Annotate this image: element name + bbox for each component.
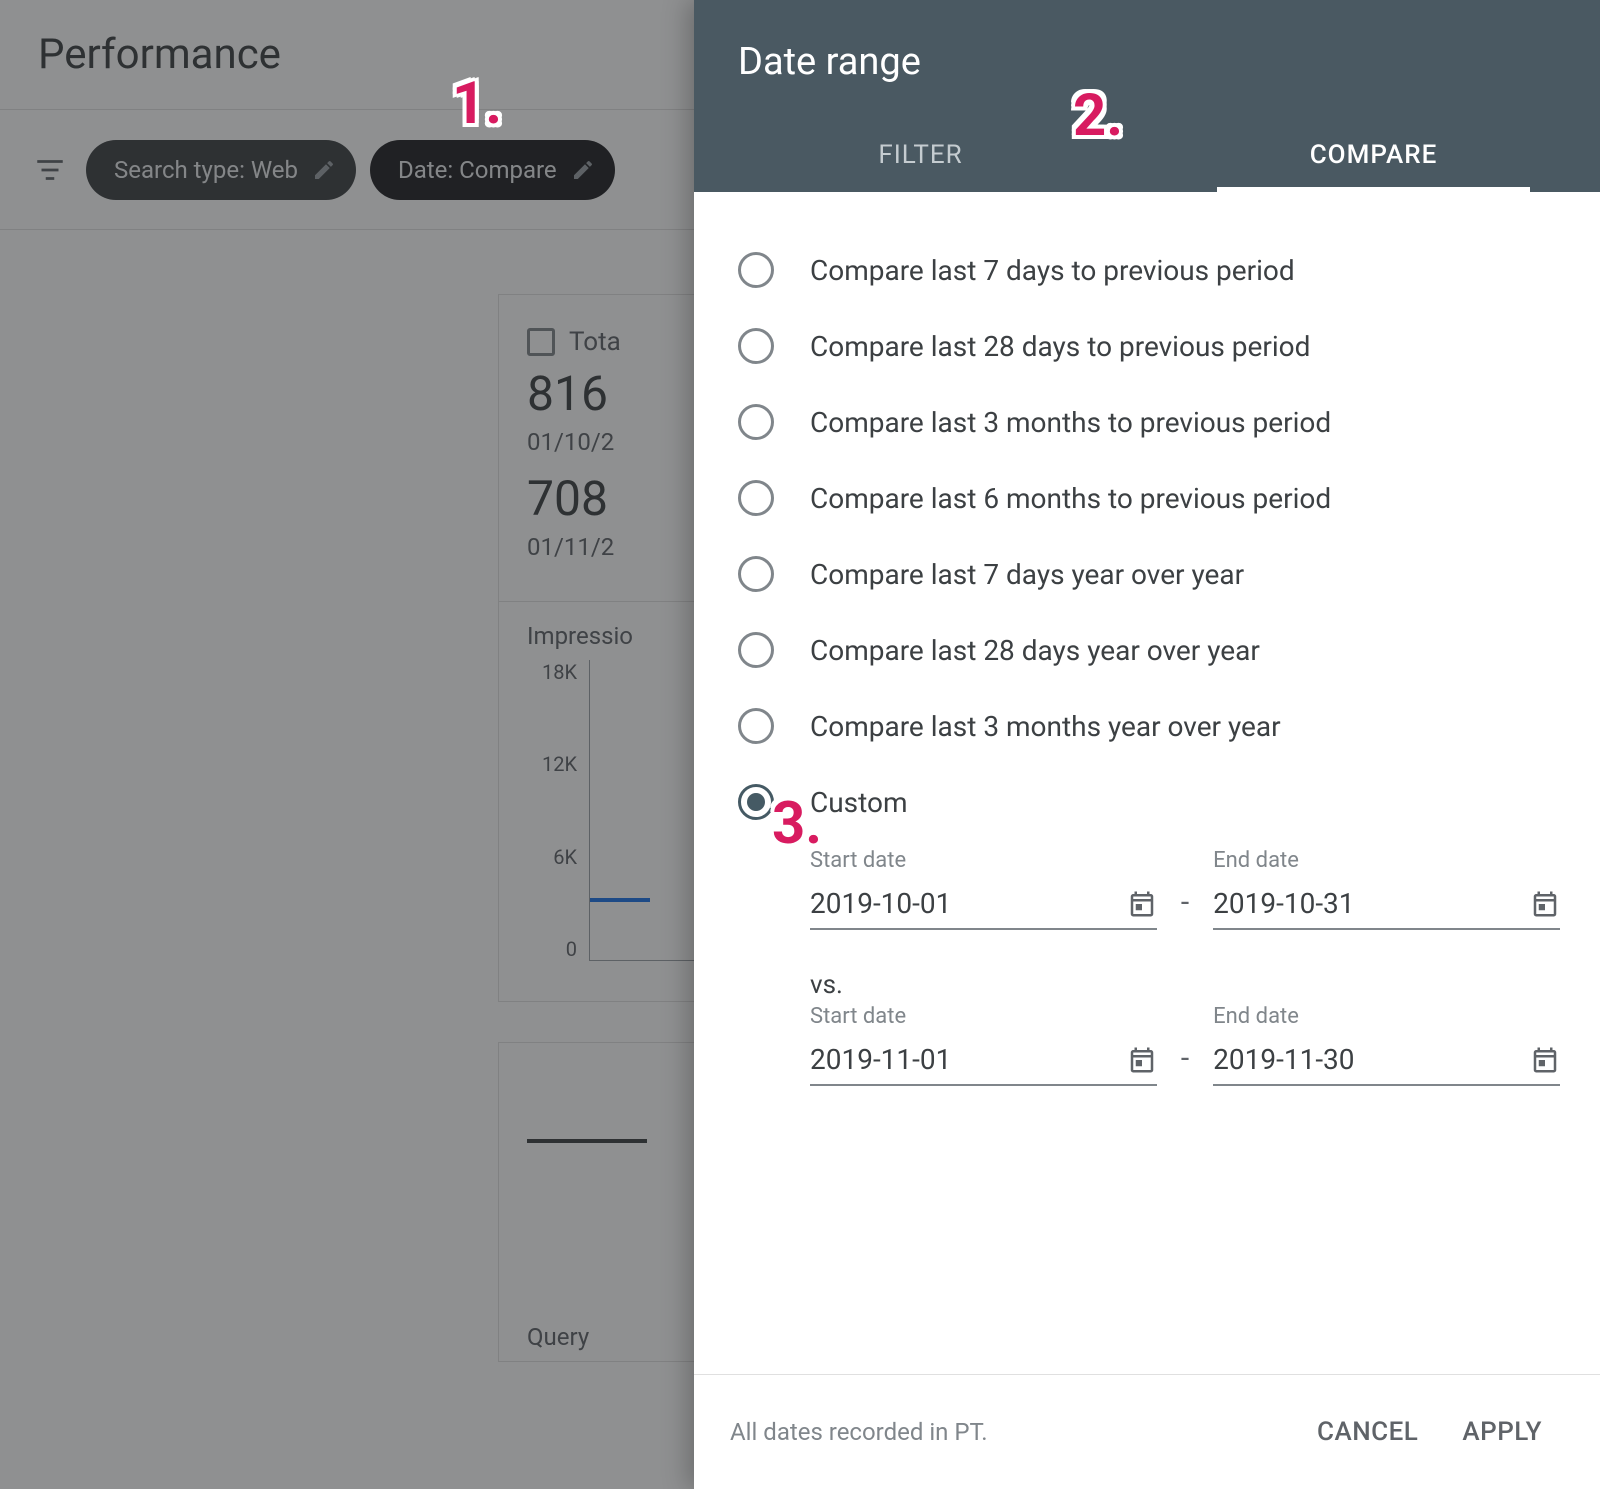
panel-body: Compare last 7 days to previous period C…	[694, 192, 1600, 1374]
calendar-icon[interactable]	[1127, 1045, 1157, 1075]
annotation-1: 1.	[452, 70, 502, 138]
panel-title: Date range	[694, 0, 1600, 114]
p2-end-value: 2019-11-30	[1213, 1043, 1520, 1076]
annotation-3: 3.	[772, 790, 822, 858]
radio-option-7days-prev[interactable]: Compare last 7 days to previous period	[738, 232, 1560, 308]
radio-label: Compare last 7 days year over year	[810, 558, 1244, 591]
radio-label: Compare last 28 days to previous period	[810, 330, 1310, 363]
p1-end-value: 2019-10-31	[1213, 887, 1520, 920]
period-1-row: Start date 2019-10-01 - End date 2019-10…	[810, 848, 1560, 930]
radio-icon	[738, 252, 774, 288]
p2-start-field[interactable]: Start date 2019-11-01	[810, 1004, 1157, 1086]
calendar-icon[interactable]	[1530, 1045, 1560, 1075]
dash-separator: -	[1181, 1041, 1189, 1086]
p1-end-field[interactable]: End date 2019-10-31	[1213, 848, 1560, 930]
radio-icon	[738, 404, 774, 440]
radio-label: Custom	[810, 786, 908, 819]
date-label: End date	[1213, 1004, 1560, 1029]
panel-header: Date range FILTER COMPARE	[694, 0, 1600, 192]
radio-icon	[738, 328, 774, 364]
radio-label: Compare last 7 days to previous period	[810, 254, 1295, 287]
apply-button[interactable]: APPLY	[1440, 1405, 1564, 1459]
panel-tabs: FILTER COMPARE	[694, 114, 1600, 192]
radio-option-custom[interactable]: Custom	[738, 764, 1560, 840]
radio-option-3months-prev[interactable]: Compare last 3 months to previous period	[738, 384, 1560, 460]
radio-icon	[738, 632, 774, 668]
annotation-2: 2.	[1073, 82, 1123, 150]
radio-option-28days-yoy[interactable]: Compare last 28 days year over year	[738, 612, 1560, 688]
period-2-row: Start date 2019-11-01 - End date 2019-11…	[810, 1004, 1560, 1086]
vs-label: vs.	[810, 970, 1560, 1000]
radio-label: Compare last 6 months to previous period	[810, 482, 1331, 515]
radio-label: Compare last 28 days year over year	[810, 634, 1260, 667]
p2-end-field[interactable]: End date 2019-11-30	[1213, 1004, 1560, 1086]
radio-option-3months-yoy[interactable]: Compare last 3 months year over year	[738, 688, 1560, 764]
radio-option-7days-yoy[interactable]: Compare last 7 days year over year	[738, 536, 1560, 612]
date-label: End date	[1213, 848, 1560, 873]
radio-label: Compare last 3 months to previous period	[810, 406, 1331, 439]
footer-note: All dates recorded in PT.	[730, 1418, 1295, 1446]
radio-icon	[738, 480, 774, 516]
p1-start-value: 2019-10-01	[810, 887, 1117, 920]
tab-compare[interactable]: COMPARE	[1147, 114, 1600, 192]
radio-option-28days-prev[interactable]: Compare last 28 days to previous period	[738, 308, 1560, 384]
custom-date-inputs: Start date 2019-10-01 - End date 2019-10…	[810, 848, 1560, 1086]
cancel-button[interactable]: CANCEL	[1295, 1405, 1440, 1459]
radio-label: Compare last 3 months year over year	[810, 710, 1281, 743]
radio-icon	[738, 784, 774, 820]
calendar-icon[interactable]	[1530, 889, 1560, 919]
panel-footer: All dates recorded in PT. CANCEL APPLY	[694, 1374, 1600, 1489]
date-label: Start date	[810, 848, 1157, 873]
date-range-panel: Date range FILTER COMPARE Compare last 7…	[694, 0, 1600, 1489]
p1-start-field[interactable]: Start date 2019-10-01	[810, 848, 1157, 930]
date-label: Start date	[810, 1004, 1157, 1029]
calendar-icon[interactable]	[1127, 889, 1157, 919]
dash-separator: -	[1181, 885, 1189, 930]
radio-icon	[738, 556, 774, 592]
p2-start-value: 2019-11-01	[810, 1043, 1117, 1076]
radio-option-6months-prev[interactable]: Compare last 6 months to previous period	[738, 460, 1560, 536]
radio-icon	[738, 708, 774, 744]
